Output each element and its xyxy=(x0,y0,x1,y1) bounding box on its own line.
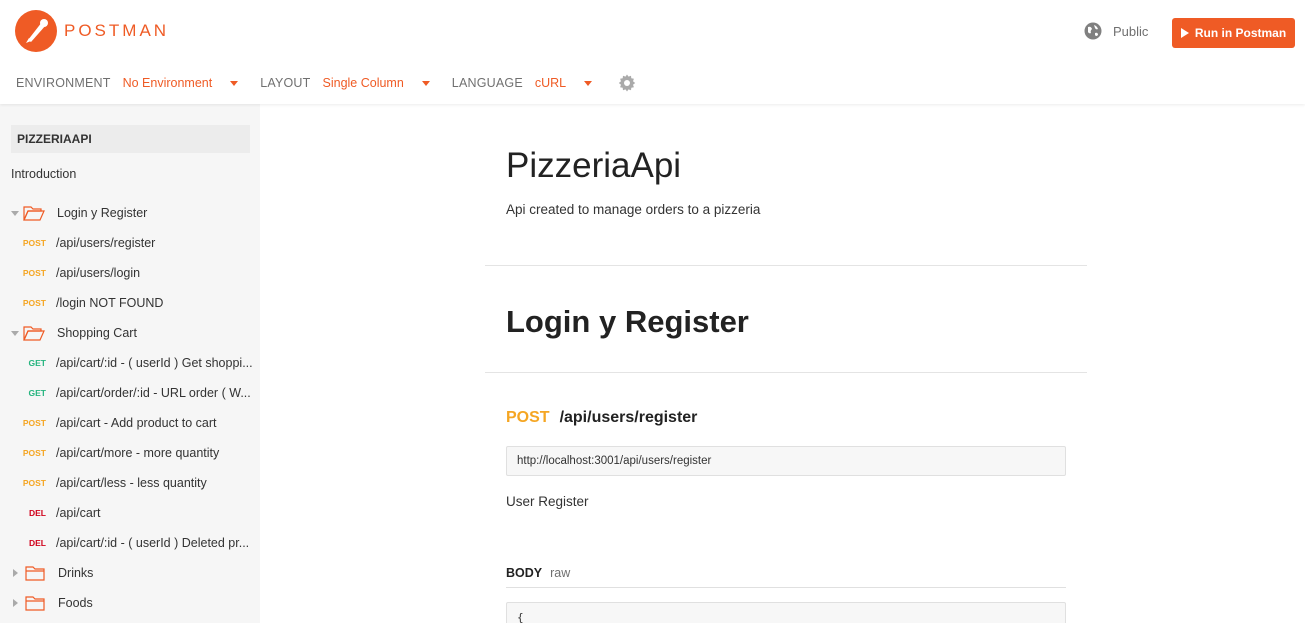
environment-label: ENVIRONMENT xyxy=(16,76,111,90)
folder-icon xyxy=(25,566,45,581)
sidebar-request[interactable]: POST /api/cart/more - more quantity xyxy=(0,438,260,468)
toolbar: ENVIRONMENT No Environment LAYOUT Single… xyxy=(16,74,636,92)
play-icon xyxy=(1180,28,1189,38)
request-heading: POST /api/users/register xyxy=(506,409,697,427)
sidebar-request[interactable]: POST /api/users/register xyxy=(0,228,260,258)
folder-heading: Login y Register xyxy=(506,304,749,339)
environment-value: No Environment xyxy=(122,76,213,90)
collection-heading: PizzeriaApi xyxy=(506,146,682,185)
request-name: /api/users/login xyxy=(56,266,141,280)
request-name: /api/cart/:id - ( userId ) Get shoppi... xyxy=(56,356,253,370)
caret-down-icon xyxy=(11,210,19,216)
request-name: /api/cart/more - more quantity xyxy=(56,446,220,460)
sidebar-request[interactable]: POST /login NOT FOUND xyxy=(0,288,260,318)
sidebar-request[interactable]: POST /api/cart - Add product to cart xyxy=(0,408,260,438)
request-method: POST xyxy=(506,409,550,426)
layout-value: Single Column xyxy=(322,76,404,90)
brand-name: POSTMAN xyxy=(64,21,170,40)
folder-icon xyxy=(25,596,45,611)
request-name: /api/cart/order/:id - URL order ( W... xyxy=(56,386,251,400)
method-badge: POST xyxy=(22,268,46,278)
header: POSTMAN Public Run in Postman ENVIRONMEN… xyxy=(0,0,1305,104)
chevron-down-icon xyxy=(421,80,430,86)
sidebar-folder-login-register[interactable]: Login y Register xyxy=(0,198,260,228)
request-name: /api/cart/less - less quantity xyxy=(56,476,207,490)
sidebar-folder-drinks[interactable]: Drinks xyxy=(0,558,260,588)
caret-down-icon xyxy=(11,330,19,336)
method-badge: POST xyxy=(22,448,46,458)
request-name: /api/cart - Add product to cart xyxy=(56,416,217,430)
sidebar-request[interactable]: POST /api/users/login xyxy=(0,258,260,288)
request-name: /api/users/register xyxy=(56,236,156,250)
request-path: /api/users/register xyxy=(559,409,698,426)
method-badge: DEL xyxy=(29,508,46,518)
method-badge: POST xyxy=(22,478,46,488)
collection-title[interactable]: PIZZERIAAPI xyxy=(11,125,250,153)
documentation-content: PizzeriaApi Api created to manage orders… xyxy=(260,104,1305,623)
layout-label: LAYOUT xyxy=(260,76,311,90)
folder-name: Shopping Cart xyxy=(57,326,137,340)
caret-right-icon xyxy=(13,599,18,607)
folder-name: Login y Register xyxy=(57,206,148,220)
divider xyxy=(485,372,1087,373)
body-mode: raw xyxy=(550,566,571,580)
postman-rocket-icon xyxy=(15,10,57,52)
body-label: BODY xyxy=(506,566,543,580)
sidebar-item-introduction[interactable]: Introduction xyxy=(11,167,76,181)
sidebar-request[interactable]: GET /api/cart/order/:id - URL order ( W.… xyxy=(0,378,260,408)
method-badge: POST xyxy=(22,418,46,428)
caret-right-icon xyxy=(13,569,18,577)
body-section-header: BODY raw xyxy=(506,566,1066,588)
layout-dropdown[interactable]: LAYOUT Single Column xyxy=(260,76,430,90)
method-badge: POST xyxy=(22,298,46,308)
chevron-down-icon xyxy=(584,80,593,86)
postman-logo[interactable]: POSTMAN xyxy=(15,10,169,52)
folder-name: Foods xyxy=(58,596,93,610)
sidebar-request[interactable]: POST /api/cart/less - less quantity xyxy=(0,468,260,498)
sidebar-request[interactable]: GET /api/cart/:id - ( userId ) Get shopp… xyxy=(0,348,260,378)
sidebar-request[interactable]: DEL /api/cart xyxy=(0,498,260,528)
method-badge: GET xyxy=(28,358,46,368)
language-dropdown[interactable]: LANGUAGE cURL xyxy=(451,76,593,90)
gear-icon[interactable] xyxy=(618,74,636,92)
environment-dropdown[interactable]: ENVIRONMENT No Environment xyxy=(16,76,239,90)
request-name: /api/cart xyxy=(56,506,101,520)
sidebar: PIZZERIAAPI Introduction Login y Registe… xyxy=(0,104,260,623)
visibility-indicator: Public xyxy=(1084,22,1148,40)
sidebar-folder-foods[interactable]: Foods xyxy=(0,588,260,618)
folder-open-icon xyxy=(23,206,45,221)
folder-open-icon xyxy=(23,326,45,341)
collection-description: Api created to manage orders to a pizzer… xyxy=(506,202,761,217)
divider xyxy=(485,265,1087,266)
language-label: LANGUAGE xyxy=(451,76,523,90)
chevron-down-icon xyxy=(230,80,239,86)
sidebar-folder-shopping-cart[interactable]: Shopping Cart xyxy=(0,318,260,348)
visibility-label: Public xyxy=(1113,23,1149,39)
folder-name: Drinks xyxy=(58,566,94,580)
globe-icon xyxy=(1084,22,1102,40)
run-button-label: Run in Postman xyxy=(1194,26,1287,40)
request-url[interactable]: http://localhost:3001/api/users/register xyxy=(506,446,1066,476)
language-value: cURL xyxy=(534,76,567,90)
request-name: /login NOT FOUND xyxy=(56,296,164,310)
method-badge: DEL xyxy=(29,538,46,548)
request-description: User Register xyxy=(506,494,589,509)
request-name: /api/cart/:id - ( userId ) Deleted pr... xyxy=(56,536,250,550)
sidebar-request[interactable]: DEL /api/cart/:id - ( userId ) Deleted p… xyxy=(0,528,260,558)
method-badge: GET xyxy=(28,388,46,398)
body-code-block[interactable]: { xyxy=(506,602,1066,623)
run-in-postman-button[interactable]: Run in Postman xyxy=(1172,18,1295,48)
method-badge: POST xyxy=(22,238,46,248)
